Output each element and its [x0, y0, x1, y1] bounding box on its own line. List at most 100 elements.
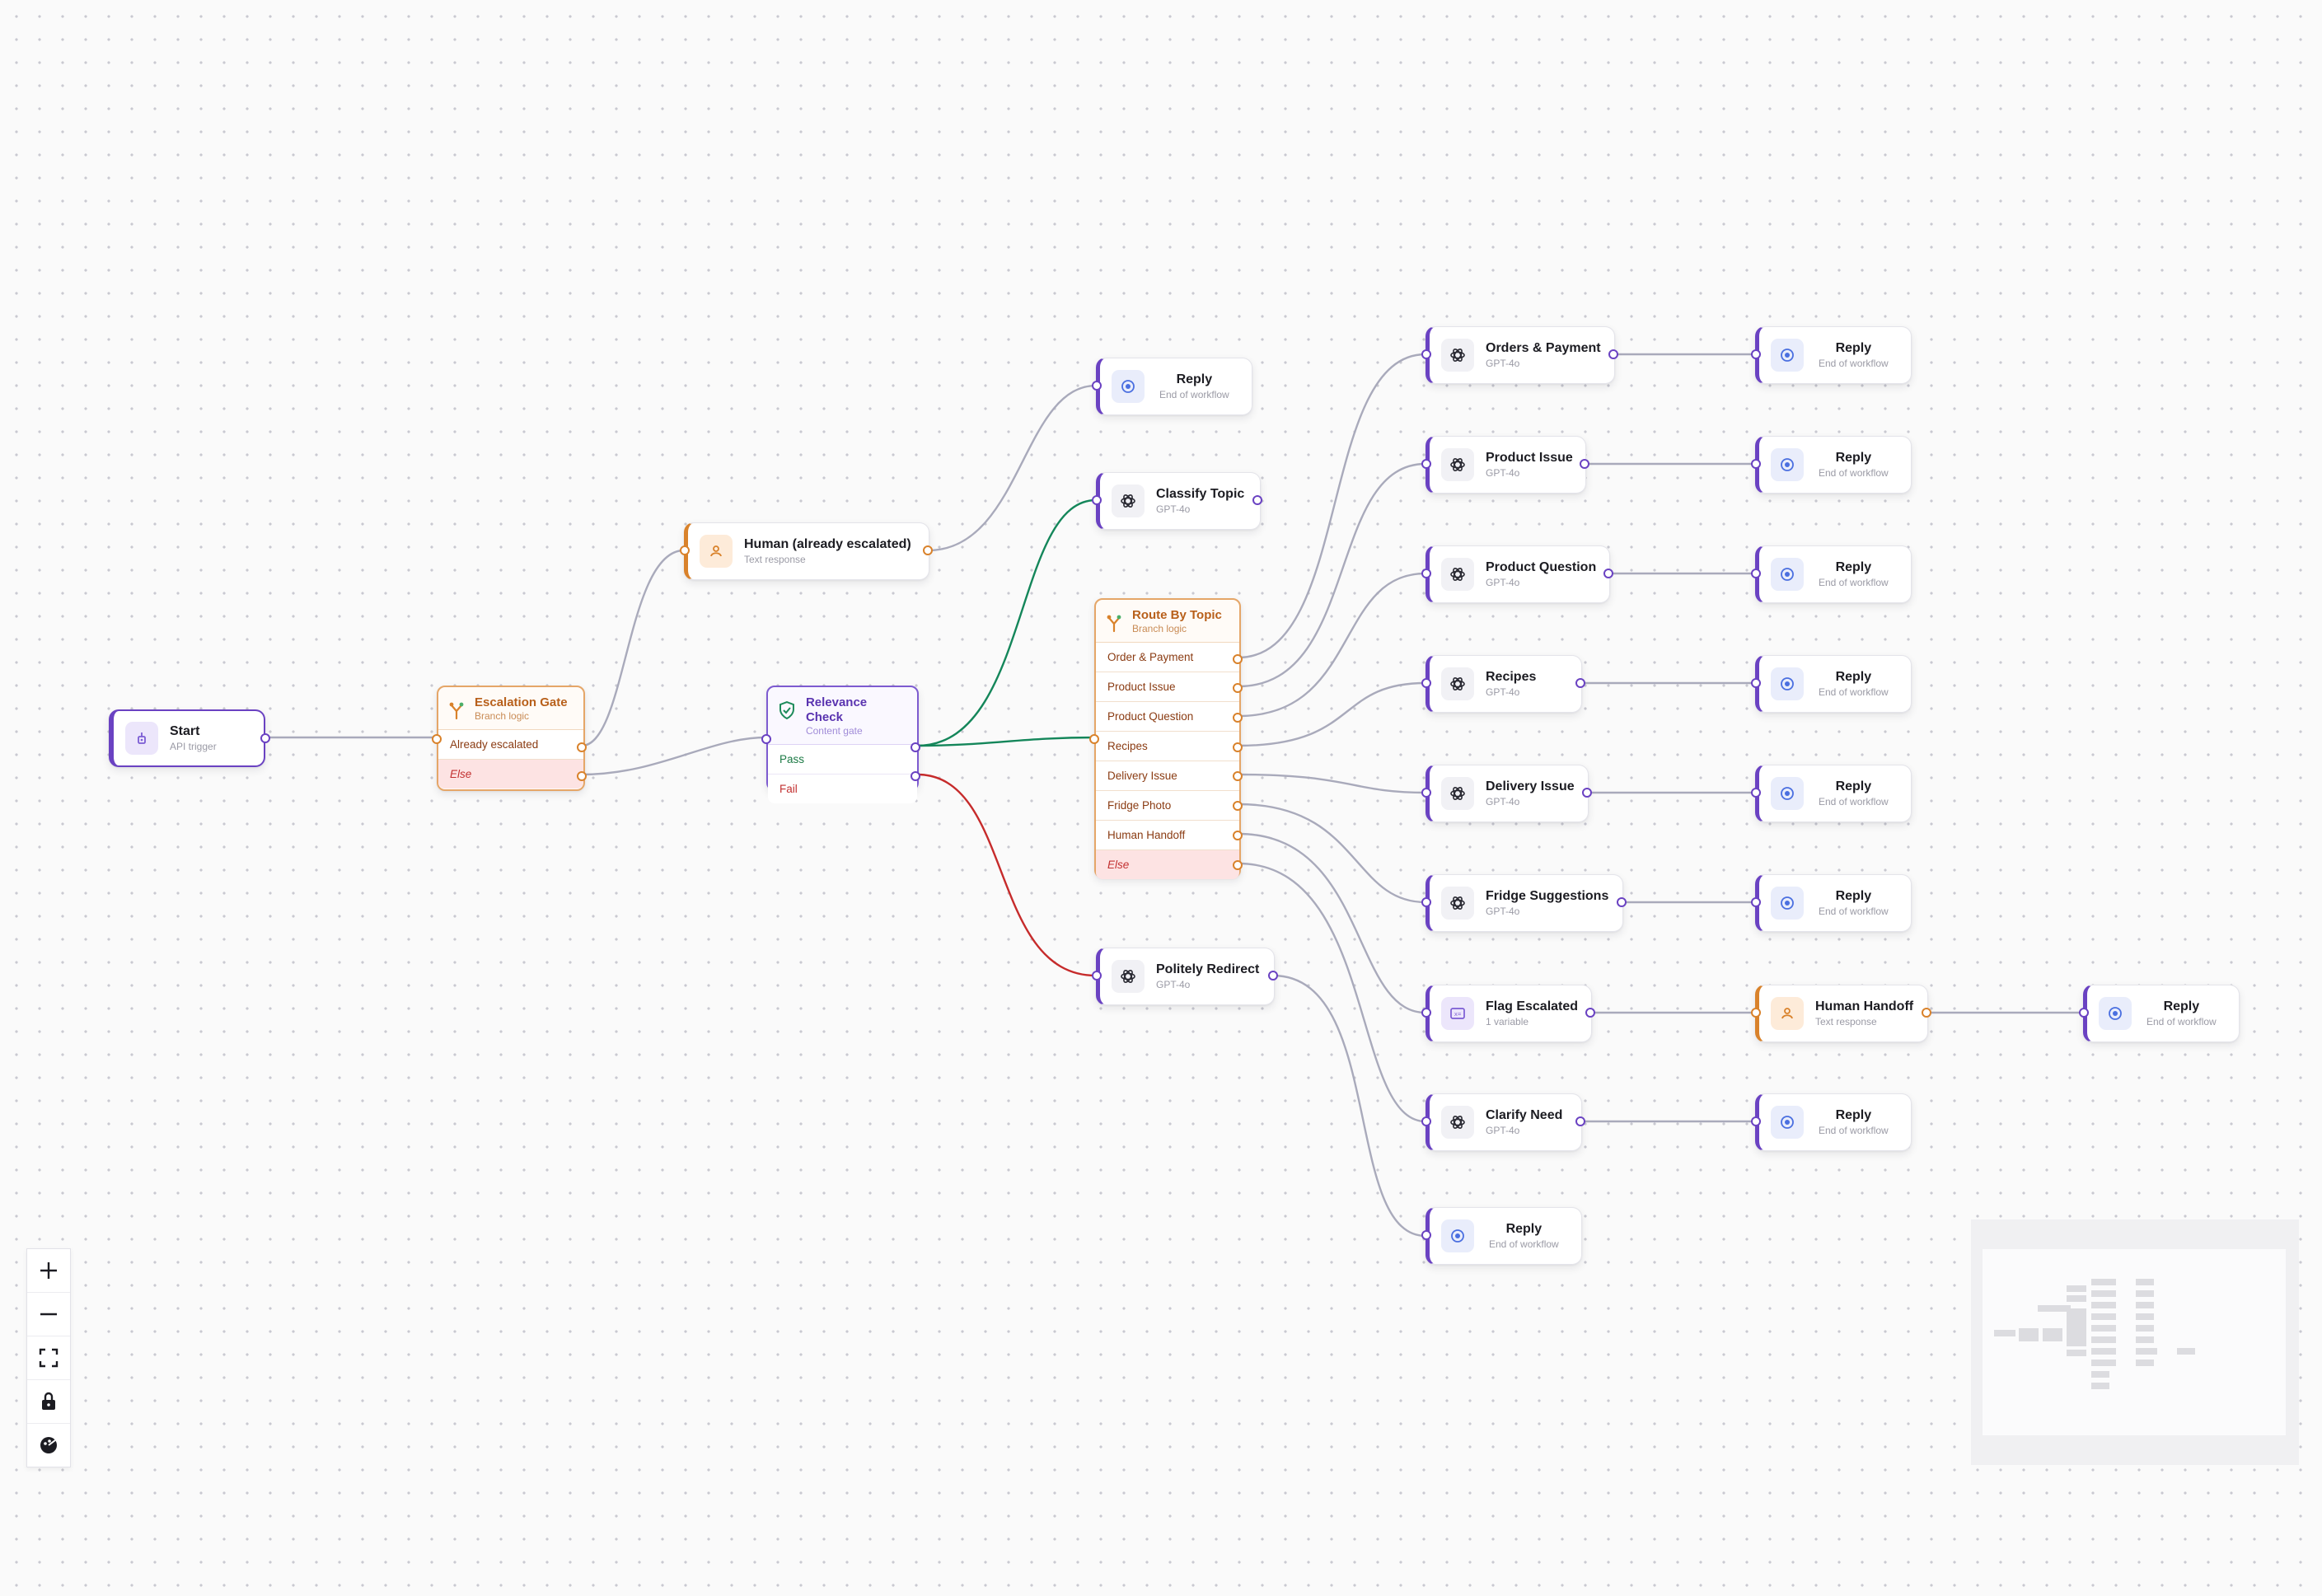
output-handle-else[interactable] — [577, 771, 587, 781]
output-handle-else[interactable] — [1233, 860, 1243, 870]
node-title: Recipes — [1486, 670, 1537, 684]
input-handle[interactable] — [1751, 569, 1761, 578]
input-handle[interactable] — [1092, 381, 1102, 391]
node-relevance-check[interactable]: Relevance Check Content gate Pass Fail — [761, 686, 920, 803]
minimap-node — [2136, 1325, 2154, 1332]
output-handle[interactable] — [1268, 971, 1278, 981]
input-handle[interactable] — [1751, 788, 1761, 798]
node-title: Product Issue — [1486, 451, 1573, 465]
input-handle[interactable] — [680, 545, 690, 555]
zoom-in-button[interactable] — [27, 1249, 70, 1293]
input-handle[interactable] — [432, 734, 442, 744]
minimap-node — [2136, 1290, 2154, 1297]
node-reply-clarify[interactable]: Reply End of workflow — [1751, 1093, 1912, 1151]
node-title: Route By Topic — [1132, 608, 1222, 622]
output-handle[interactable] — [1603, 569, 1613, 578]
node-product-issue[interactable]: Product Issue GPT-4o — [1421, 436, 1589, 494]
node-title: Reply — [1835, 779, 1872, 793]
input-handle[interactable] — [1421, 678, 1431, 688]
minimap-node — [2136, 1336, 2154, 1343]
branch-already-escalated: Already escalated — [438, 730, 583, 760]
node-title: Reply — [1835, 889, 1872, 903]
input-handle[interactable] — [1751, 1008, 1761, 1018]
minimap-node — [2067, 1350, 2086, 1356]
node-reply-product-issue[interactable]: Reply End of workflow — [1751, 436, 1912, 494]
node-product-question[interactable]: Product Question GPT-4o — [1421, 545, 1613, 603]
node-reply-handoff[interactable]: Reply End of workflow — [2079, 985, 2240, 1042]
node-route-by-topic[interactable]: Route By Topic Branch logic Order & Paym… — [1089, 598, 1243, 879]
lock-button[interactable] — [27, 1380, 70, 1424]
output-handle[interactable] — [1585, 1008, 1595, 1018]
output-handle-pass[interactable] — [911, 742, 920, 752]
node-orders-payment[interactable]: Orders & Payment GPT-4o — [1421, 326, 1618, 384]
node-delivery-issue[interactable]: Delivery Issue GPT-4o — [1421, 765, 1592, 822]
minimap-viewport — [1983, 1249, 2286, 1435]
branch-product-issue: Product Issue — [1096, 672, 1239, 702]
output-handle[interactable] — [923, 545, 933, 555]
node-classify-topic[interactable]: Classify Topic GPT-4o — [1092, 472, 1262, 530]
minimap[interactable] — [1971, 1219, 2299, 1465]
output-handle[interactable] — [1617, 897, 1627, 907]
input-handle[interactable] — [1421, 897, 1431, 907]
fit-view-button[interactable] — [27, 1336, 70, 1380]
output-handle[interactable] — [1582, 788, 1592, 798]
output-handle-recipes[interactable] — [1233, 742, 1243, 752]
input-handle[interactable] — [1089, 734, 1099, 744]
node-reply-bottom[interactable]: Reply End of workflow — [1421, 1207, 1582, 1265]
input-handle[interactable] — [1421, 1230, 1431, 1240]
theme-button[interactable] — [27, 1424, 70, 1467]
node-reply-delivery[interactable]: Reply End of workflow — [1751, 765, 1912, 822]
node-title: Reply — [2163, 999, 2200, 1013]
input-handle[interactable] — [1092, 495, 1102, 505]
input-handle[interactable] — [1751, 678, 1761, 688]
input-handle[interactable] — [1092, 971, 1102, 981]
output-handle-human-handoff[interactable] — [1233, 831, 1243, 840]
output-handle[interactable] — [1580, 459, 1589, 469]
output-handle-order-payment[interactable] — [1233, 654, 1243, 664]
output-handle[interactable] — [1575, 1116, 1585, 1126]
node-reply-product-question[interactable]: Reply End of workflow — [1751, 545, 1912, 603]
input-handle[interactable] — [1421, 1116, 1431, 1126]
node-recipes[interactable]: Recipes GPT-4o — [1421, 655, 1585, 713]
input-handle[interactable] — [2079, 1008, 2089, 1018]
output-handle[interactable] — [1252, 495, 1262, 505]
node-reply-orders[interactable]: Reply End of workflow — [1751, 326, 1912, 384]
node-subtitle: End of workflow — [2146, 1016, 2217, 1027]
input-handle[interactable] — [1751, 349, 1761, 359]
input-handle[interactable] — [1421, 1008, 1431, 1018]
input-handle[interactable] — [1421, 459, 1431, 469]
input-handle[interactable] — [1751, 897, 1761, 907]
output-handle-fridge-photo[interactable] — [1233, 801, 1243, 811]
node-title: Human (already escalated) — [744, 537, 911, 551]
input-handle[interactable] — [761, 734, 771, 744]
node-start[interactable]: Start API trigger — [109, 709, 270, 767]
output-handle[interactable] — [260, 733, 270, 743]
output-handle-delivery-issue[interactable] — [1233, 771, 1243, 781]
palette-icon — [40, 1437, 57, 1453]
node-clarify-need[interactable]: Clarify Need GPT-4o — [1421, 1093, 1585, 1151]
node-reply-top[interactable]: Reply End of workflow — [1092, 358, 1252, 415]
node-escalation-gate[interactable]: Escalation Gate Branch logic Already esc… — [432, 686, 587, 791]
output-handle-product-issue[interactable] — [1233, 683, 1243, 693]
zoom-out-button[interactable] — [27, 1293, 70, 1336]
node-flag-escalated[interactable]: x= Flag Escalated 1 variable — [1421, 985, 1595, 1042]
input-handle[interactable] — [1421, 349, 1431, 359]
node-politely-redirect[interactable]: Politely Redirect GPT-4o — [1092, 948, 1278, 1005]
output-handle[interactable] — [1922, 1008, 1931, 1018]
input-handle[interactable] — [1751, 459, 1761, 469]
output-handle-fail[interactable] — [911, 771, 920, 781]
reply-icon — [1771, 777, 1804, 810]
output-handle-already-escalated[interactable] — [577, 742, 587, 752]
node-reply-fridge[interactable]: Reply End of workflow — [1751, 874, 1912, 932]
input-handle[interactable] — [1751, 1116, 1761, 1126]
node-fridge-suggestions[interactable]: Fridge Suggestions GPT-4o — [1421, 874, 1627, 932]
input-handle[interactable] — [1421, 569, 1431, 578]
input-handle[interactable] — [1421, 788, 1431, 798]
output-handle[interactable] — [1575, 678, 1585, 688]
output-handle[interactable] — [1608, 349, 1618, 359]
minimap-node — [2136, 1360, 2154, 1366]
node-human-already-escalated[interactable]: Human (already escalated) Text response — [680, 522, 933, 580]
output-handle-product-question[interactable] — [1233, 713, 1243, 723]
node-reply-recipes[interactable]: Reply End of workflow — [1751, 655, 1912, 713]
node-human-handoff[interactable]: Human Handoff Text response — [1751, 985, 1931, 1042]
